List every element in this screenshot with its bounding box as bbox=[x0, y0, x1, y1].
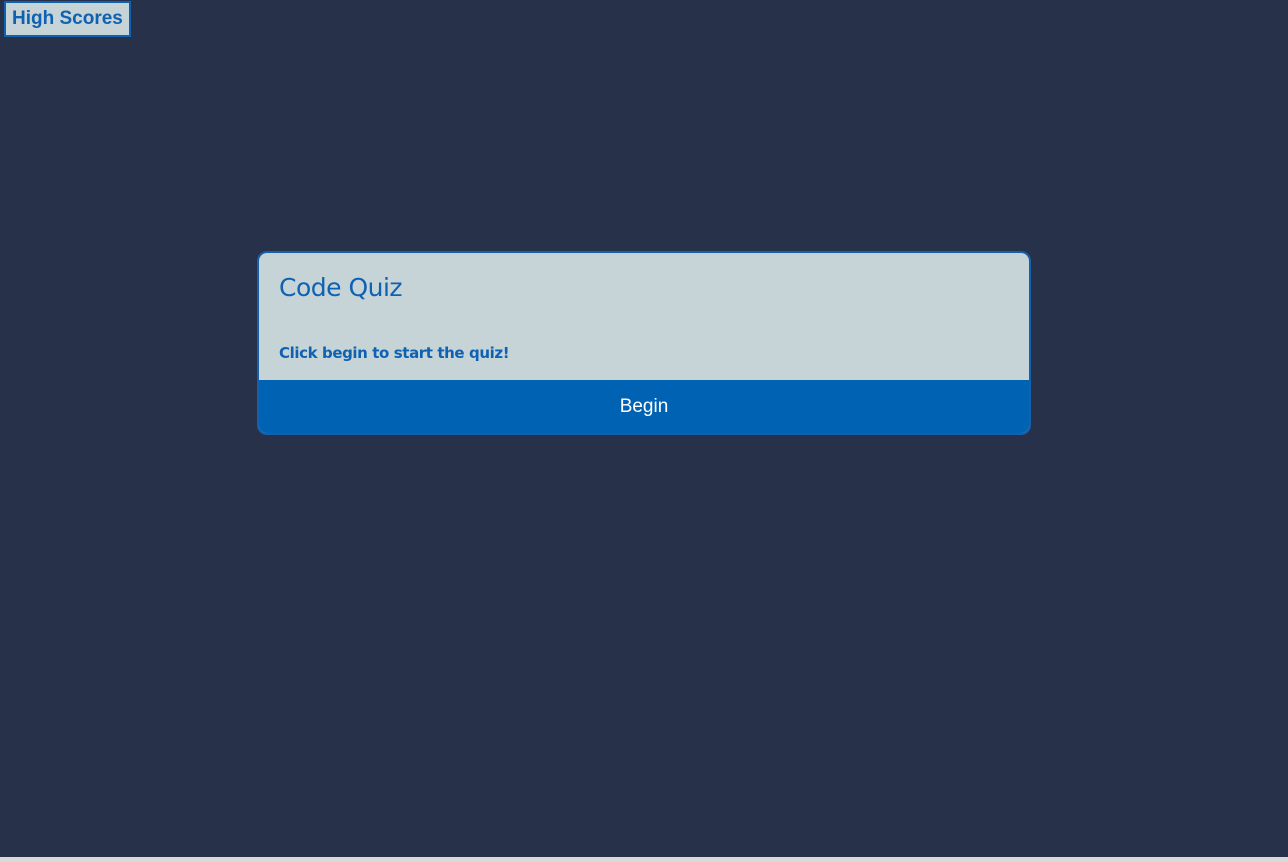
quiz-instructions: Click begin to start the quiz! bbox=[279, 344, 510, 362]
begin-button[interactable]: Begin bbox=[259, 380, 1029, 433]
page-bottom-divider bbox=[0, 857, 1288, 862]
quiz-page: { "header": { "high_scores_label": "High… bbox=[0, 0, 1288, 862]
quiz-card: Code Quiz Click begin to start the quiz!… bbox=[257, 251, 1031, 435]
quiz-title: Code Quiz bbox=[279, 273, 403, 302]
high-scores-button[interactable]: High Scores bbox=[4, 1, 131, 37]
